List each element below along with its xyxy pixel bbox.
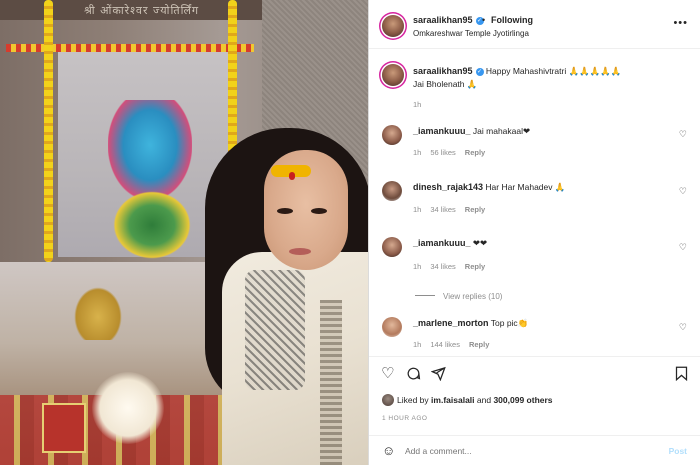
photo-feather-fan xyxy=(92,372,164,444)
comment-reply-button[interactable]: Reply xyxy=(465,148,485,157)
post-time-ago[interactable]: 1 HOUR AGO xyxy=(382,415,427,422)
photo-eye-left xyxy=(277,208,293,214)
comment-meta: 1h 144 likes Reply xyxy=(413,340,498,349)
comment-row: _marlene_morton Top pic👏 xyxy=(413,317,528,330)
comment-like-heart-icon[interactable]: ♡ xyxy=(679,186,687,197)
add-comment-bar: ☺ Post xyxy=(369,435,700,465)
comment-likes[interactable]: 144 likes xyxy=(430,340,460,349)
comment-username[interactable]: _iamankuuu_ xyxy=(413,126,471,136)
comment-avatar[interactable] xyxy=(382,125,402,145)
caption-line-2: Jai Bholenath 🙏 xyxy=(413,79,478,89)
comment-text: Har Har Mahadev 🙏 xyxy=(485,182,566,192)
comment-row: dinesh_rajak143 Har Har Mahadev 🙏 xyxy=(413,181,565,194)
caption-meta: 1h xyxy=(413,100,430,109)
caption-username[interactable]: saraalikhan95 xyxy=(413,66,473,76)
liker-avatar[interactable] xyxy=(382,394,394,406)
comment-reply-button[interactable]: Reply xyxy=(465,205,485,214)
comment-text: ❤❤ xyxy=(472,238,488,248)
comment-row: _iamankuuu_ Jai mahakaal❤ xyxy=(413,125,530,138)
comment-like-heart-icon[interactable]: ♡ xyxy=(679,322,687,333)
liked-by-count[interactable]: 300,099 others xyxy=(493,395,552,405)
liked-by-prefix: Liked by xyxy=(397,395,429,405)
more-options-icon[interactable]: ••• xyxy=(673,17,688,29)
likes-summary: Liked by im.faisalali and 300,099 others xyxy=(382,394,553,406)
comment-like-heart-icon[interactable]: ♡ xyxy=(679,129,687,140)
comment-username[interactable]: _marlene_morton xyxy=(413,318,489,328)
view-replies-line xyxy=(415,295,435,296)
comment-row: _iamankuuu_ ❤❤ xyxy=(413,237,487,250)
like-heart-icon[interactable]: ♡ xyxy=(381,366,394,381)
comment-likes[interactable]: 34 likes xyxy=(430,205,455,214)
comment-time[interactable]: 1h xyxy=(413,262,421,271)
photo-deity xyxy=(108,100,192,200)
photo-garland-left xyxy=(44,0,53,262)
photo-temple-sign-text: श्री ओंकारेश्वर ज्योतिर्लिंग xyxy=(84,4,200,17)
comment-meta: 1h 34 likes Reply xyxy=(413,205,494,214)
comment-avatar[interactable] xyxy=(382,181,402,201)
comment-username[interactable]: dinesh_rajak143 xyxy=(413,182,483,192)
separator-dot: • xyxy=(482,15,486,25)
photo-temple-sign: श्री ओंकारेश्वर ज्योतिर्लिंग xyxy=(0,0,262,20)
caption-line-1: Happy Mahashivtratri 🙏🙏🙏🙏🙏 xyxy=(485,66,622,76)
comment-time[interactable]: 1h xyxy=(413,148,421,157)
liked-by-user[interactable]: im.faisalali xyxy=(431,395,474,405)
photo-eye-right xyxy=(311,208,327,214)
author-avatar[interactable] xyxy=(382,15,404,37)
comment-avatar[interactable] xyxy=(382,317,402,337)
verified-badge-icon: ✓ xyxy=(475,68,484,76)
comment-text: Jai mahakaal❤ xyxy=(472,126,531,136)
comment-bubble-icon[interactable] xyxy=(406,366,421,384)
post-header: saraalikhan95 ✓ • Following Omkareshwar T… xyxy=(369,0,700,49)
comment-reply-button[interactable]: Reply xyxy=(465,262,485,271)
post-location[interactable]: Omkareshwar Temple Jyotirlinga xyxy=(413,29,529,38)
comment-time[interactable]: 1h xyxy=(413,205,421,214)
comment-input[interactable] xyxy=(405,443,655,459)
view-replies-label[interactable]: View replies (10) xyxy=(443,292,502,301)
post-photo[interactable]: श्री ओंकारेश्वर ज्योतिर्लिंग xyxy=(0,0,368,465)
photo-red-tile xyxy=(42,403,86,453)
instagram-post-modal: श्री ओंकारेश्वर ज्योतिर्लिंग saraalikhan… xyxy=(0,0,700,465)
caption-avatar[interactable] xyxy=(382,64,404,86)
photo-lingam xyxy=(112,190,192,260)
author-username-text[interactable]: saraalikhan95 xyxy=(413,15,473,25)
photo-shawl-border xyxy=(320,300,342,465)
post-comment-button[interactable]: Post xyxy=(669,446,687,456)
author-username[interactable]: saraalikhan95 ✓ xyxy=(413,15,484,25)
comment-like-heart-icon[interactable]: ♡ xyxy=(679,242,687,253)
following-button[interactable]: Following xyxy=(491,15,533,25)
comment-reply-button[interactable]: Reply xyxy=(469,340,489,349)
comment-meta: 1h 56 likes Reply xyxy=(413,148,494,157)
caption: saraalikhan95 ✓ Happy Mahashivtratri 🙏🙏🙏🙏… xyxy=(413,65,622,91)
photo-tilak-dot xyxy=(289,172,295,180)
comment-likes[interactable]: 56 likes xyxy=(430,148,455,157)
share-send-icon[interactable] xyxy=(430,366,446,384)
comment-likes[interactable]: 34 likes xyxy=(430,262,455,271)
post-side-panel: saraalikhan95 ✓ • Following Omkareshwar T… xyxy=(368,0,700,465)
caption-time[interactable]: 1h xyxy=(413,100,421,109)
view-replies-button[interactable]: View replies (10) xyxy=(415,292,502,301)
emoji-smiley-icon[interactable]: ☺ xyxy=(382,444,395,457)
photo-shawl-pattern xyxy=(245,270,305,390)
comments-list[interactable]: saraalikhan95 ✓ Happy Mahashivtratri 🙏🙏🙏🙏… xyxy=(369,50,700,355)
comment-time[interactable]: 1h xyxy=(413,340,421,349)
comment-text: Top pic👏 xyxy=(490,318,529,328)
photo-brass-pot xyxy=(70,282,126,340)
photo-lips xyxy=(289,248,311,255)
comment-avatar[interactable] xyxy=(382,237,402,257)
liked-by-and: and xyxy=(476,395,492,405)
save-bookmark-icon[interactable] xyxy=(675,366,688,384)
post-actions: ♡ Liked by im.faisalali and 300,099 othe… xyxy=(369,356,700,426)
comment-username[interactable]: _iamankuuu_ xyxy=(413,238,471,248)
comment-meta: 1h 34 likes Reply xyxy=(413,262,494,271)
